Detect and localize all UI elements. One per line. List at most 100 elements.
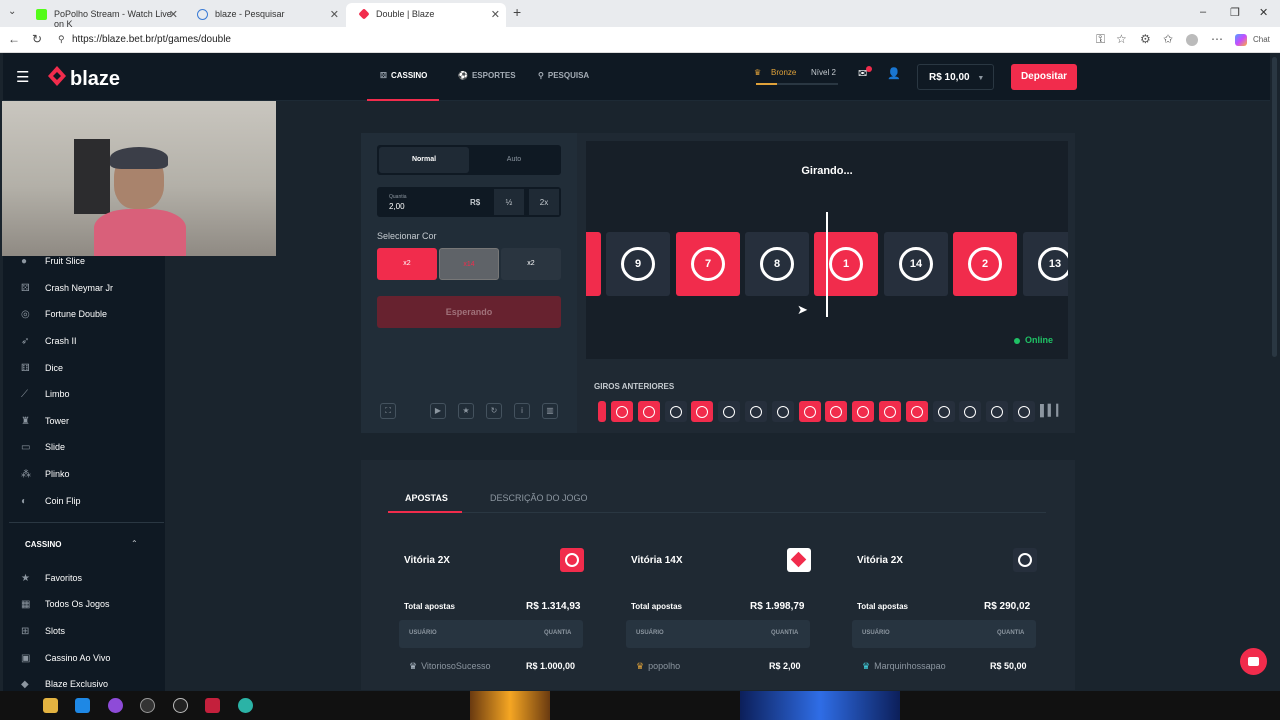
- stats-icon[interactable]: ▥: [542, 403, 558, 419]
- double-button[interactable]: 2x: [529, 189, 559, 215]
- brand-logo[interactable]: blaze: [70, 68, 120, 91]
- roulette-tile: 13: [1023, 232, 1068, 296]
- info-icon[interactable]: i: [514, 403, 530, 419]
- sidebar-item-slide[interactable]: ▭ Slide: [21, 442, 65, 453]
- star-icon: ★: [21, 573, 30, 584]
- hamburger-menu-icon[interactable]: ☰: [16, 68, 29, 86]
- sidebar-item-label: Plinko: [45, 469, 70, 479]
- close-icon[interactable]: ✕: [330, 8, 339, 21]
- sidebar-item-all-games[interactable]: ▦ Todos Os Jogos: [21, 599, 110, 610]
- coin-icon: ◎: [21, 309, 30, 320]
- nav-sports[interactable]: ⚽ ESPORTES: [458, 71, 516, 80]
- page-scrollbar[interactable]: [1270, 53, 1280, 691]
- edge-icon[interactable]: [238, 698, 253, 713]
- chevron-up-icon[interactable]: ⌃: [131, 539, 138, 548]
- mode-auto-tab[interactable]: Auto: [470, 147, 558, 173]
- browser-tab-kick[interactable]: PoPolho Stream - Watch Live on K ✕: [24, 3, 184, 29]
- sidebar-item-fruit-slice[interactable]: ● Fruit Slice: [21, 256, 85, 267]
- refresh-icon[interactable]: ↻: [32, 32, 42, 46]
- sidebar-item-coin-flip[interactable]: ◐ Coin Flip: [21, 496, 81, 507]
- app-icon[interactable]: [108, 698, 123, 713]
- sidebar-item-dice[interactable]: ⚅ Dice: [21, 363, 63, 374]
- browser-tab-blaze[interactable]: Double | Blaze ✕: [346, 3, 506, 27]
- app-icon[interactable]: [140, 698, 155, 713]
- copilot-icon[interactable]: [1235, 34, 1247, 46]
- sidebar-item-tower[interactable]: ♜ Tower: [21, 416, 69, 427]
- amount-input[interactable]: 2,00: [389, 202, 405, 211]
- nav-label: CASSINO: [390, 71, 428, 80]
- black-bet-button[interactable]: x2: [501, 248, 561, 280]
- previous-roll: [691, 401, 714, 422]
- sidebar-item-label: Slide: [45, 442, 66, 452]
- fullscreen-icon[interactable]: ⛶: [380, 403, 396, 419]
- balance-dropdown[interactable]: R$ 10,00 ▼: [917, 64, 994, 90]
- mode-normal-tab[interactable]: Normal: [379, 147, 469, 173]
- key-icon[interactable]: ⚿: [1096, 32, 1105, 47]
- balance-value: R$ 10,00: [929, 72, 970, 83]
- total-bets-value: R$ 1.314,93: [526, 601, 581, 612]
- app-icon[interactable]: [205, 698, 220, 713]
- obs-icon[interactable]: [173, 698, 188, 713]
- bets-panel: [361, 460, 1075, 690]
- white-blaze-icon: [787, 548, 811, 572]
- sidebar-item-crash-ii[interactable]: ➶ Crash II: [21, 336, 77, 347]
- sidebar-item-slots[interactable]: ⊞ Slots: [21, 626, 65, 637]
- tile-number: 14: [899, 247, 933, 281]
- roll-ring-icon: [830, 406, 843, 418]
- bettor-name: VitoriosoSucesso: [421, 661, 491, 671]
- close-window-icon[interactable]: ✕: [1259, 6, 1268, 19]
- address-bar: ← ↻ ⚲ https://blaze.bet.br/pt/games/doub…: [0, 27, 1280, 53]
- tab-bets[interactable]: APOSTAS: [405, 493, 448, 503]
- tab-list-icon[interactable]: ⌄: [8, 6, 16, 17]
- play-icon[interactable]: ▶: [430, 403, 446, 419]
- white-bet-button[interactable]: x14: [439, 248, 499, 280]
- tile-number: 9: [621, 247, 655, 281]
- red-bet-button[interactable]: x2: [377, 248, 437, 280]
- app-icon[interactable]: [75, 698, 90, 713]
- scrollbar-thumb[interactable]: [1272, 57, 1277, 357]
- sidebar-item-favorites[interactable]: ★ Favoritos: [21, 573, 82, 584]
- sidebar-item-limbo[interactable]: ⟋ Limbo: [21, 389, 70, 400]
- sidebar-section-casino[interactable]: CASSINO: [25, 540, 61, 549]
- previous-roll: [959, 401, 982, 422]
- chat-button[interactable]: [1240, 648, 1267, 675]
- bettor-amount: R$ 2,00: [769, 661, 801, 671]
- bet-waiting-button[interactable]: Esperando: [377, 296, 561, 328]
- sidebar-item-plinko[interactable]: ⁂ Plinko: [21, 469, 70, 480]
- browser-tab-search[interactable]: blaze - Pesquisar ✕: [185, 3, 345, 27]
- minimize-icon[interactable]: –: [1200, 6, 1206, 18]
- extensions-icon[interactable]: ⚙: [1140, 32, 1151, 46]
- search-favicon-icon: [197, 9, 208, 20]
- sidebar-item-live-casino[interactable]: ▣ Cassino Ao Vivo: [21, 653, 110, 664]
- half-button[interactable]: ½: [494, 189, 524, 215]
- file-explorer-icon[interactable]: [43, 698, 58, 713]
- sidebar-item-crash-neymar[interactable]: ⚄ Crash Neymar Jr: [21, 283, 113, 294]
- url-field[interactable]: https://blaze.bet.br/pt/games/double: [72, 34, 231, 45]
- chat-label[interactable]: Chat: [1253, 35, 1270, 44]
- nav-search[interactable]: ⚲ PESQUISA: [538, 71, 589, 80]
- history-icon[interactable]: ↻: [486, 403, 502, 419]
- more-icon[interactable]: ⋯: [1211, 32, 1223, 46]
- stats-chart-icon[interactable]: ▌▍▎: [1040, 402, 1065, 418]
- roll-ring-icon: [616, 406, 628, 418]
- sidebar-item-label: Favoritos: [45, 573, 83, 583]
- site-info-icon[interactable]: ⚲: [58, 34, 65, 45]
- profile-avatar[interactable]: [1186, 34, 1198, 46]
- favorites-icon[interactable]: ✩: [1163, 32, 1173, 46]
- deposit-button[interactable]: Depositar: [1011, 64, 1077, 90]
- close-icon[interactable]: ✕: [491, 8, 500, 21]
- user-icon[interactable]: 👤: [887, 67, 901, 80]
- previous-roll: [771, 401, 794, 422]
- close-icon[interactable]: ✕: [169, 8, 178, 21]
- star-icon[interactable]: ★: [458, 403, 474, 419]
- tab-game-description[interactable]: DESCRIÇÃO DO JOGO: [490, 493, 588, 503]
- restore-icon[interactable]: ❐: [1230, 6, 1240, 19]
- favorite-star-icon[interactable]: ☆: [1116, 32, 1127, 46]
- nav-casino[interactable]: ⚄ CASSINO: [380, 71, 427, 80]
- sidebar-item-fortune-double[interactable]: ◎ Fortune Double: [21, 309, 107, 320]
- crown-icon: ♛: [754, 68, 762, 77]
- back-icon[interactable]: ←: [8, 32, 20, 46]
- sidebar-item-exclusive[interactable]: ◆ Blaze Exclusivo: [21, 679, 108, 690]
- rank-label[interactable]: Bronze: [771, 68, 796, 77]
- new-tab-icon[interactable]: +: [513, 4, 521, 20]
